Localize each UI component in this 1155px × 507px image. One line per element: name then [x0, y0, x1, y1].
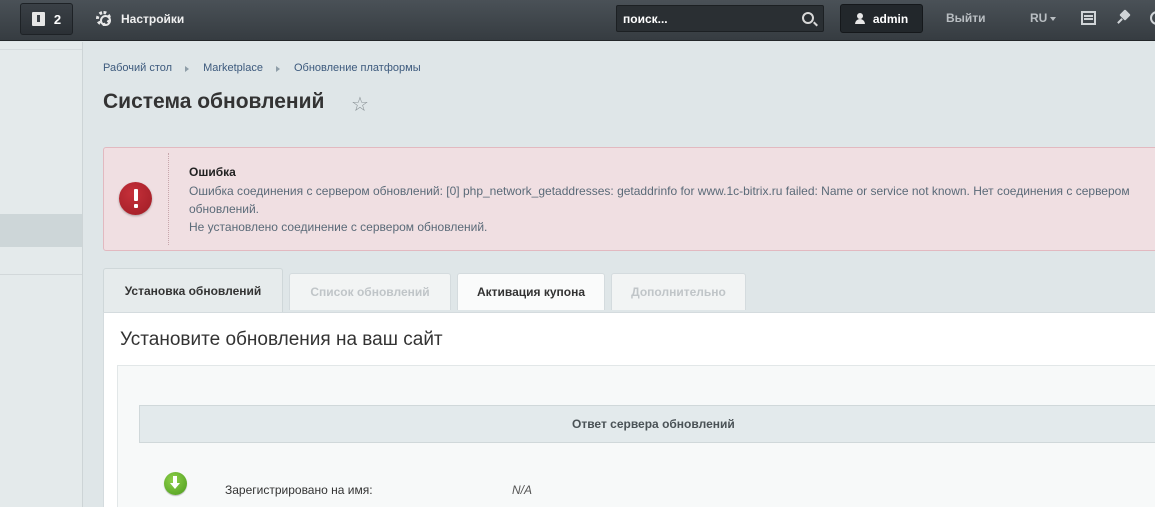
user-name: admin	[872, 11, 909, 26]
gear-icon	[96, 11, 111, 26]
error-icon	[119, 182, 152, 215]
search-icon[interactable]	[802, 12, 814, 24]
menu-divider	[0, 49, 82, 50]
notifications-count: 2	[53, 11, 62, 27]
user-button[interactable]: admin	[840, 4, 923, 33]
tab-updates-list[interactable]: Список обновлений	[289, 273, 451, 310]
tab-additional[interactable]: Дополнительно	[611, 273, 746, 310]
page-title: Система обновлений	[103, 90, 325, 113]
registered-name-value: N/A	[512, 483, 533, 497]
error-message: Ошибка Ошибка соединения с сервером обно…	[103, 147, 1155, 251]
tab-install-updates[interactable]: Установка обновлений	[103, 268, 283, 313]
breadcrumb-item-desktop[interactable]: Рабочий стол	[103, 62, 172, 74]
error-line-1: Ошибка соединения с сервером обновлений:…	[189, 184, 1130, 216]
pin-icon[interactable]	[1116, 11, 1130, 25]
notification-icon	[31, 12, 45, 26]
update-status-icon	[164, 472, 187, 495]
menu-divider	[0, 274, 82, 275]
breadcrumb-arrow-icon	[275, 66, 280, 72]
settings-label: Настройки	[121, 11, 185, 26]
error-line-2: Не установлено соединение с сервером обн…	[189, 220, 488, 234]
content-heading: Установите обновления на ваш сайт	[120, 329, 443, 350]
sidebar-selected-item[interactable]	[0, 214, 82, 247]
server-response-header: Ответ сервера обновлений	[139, 405, 1155, 443]
breadcrumb-item-platform-update[interactable]: Обновление платформы	[294, 62, 421, 74]
left-menu	[0, 42, 83, 507]
keyboard-icon[interactable]	[1081, 11, 1096, 25]
notifications-button[interactable]: 2	[20, 3, 73, 35]
breadcrumb-arrow-icon	[185, 66, 190, 72]
language-label: RU	[1030, 11, 1048, 25]
logout-link[interactable]: Выйти	[946, 11, 986, 25]
tab-content-panel: Установите обновления на ваш сайт Ответ …	[103, 312, 1155, 507]
breadcrumb: Рабочий стол Marketplace Обновление плат…	[103, 62, 421, 74]
favorite-star-icon[interactable]: ☆	[351, 92, 369, 117]
settings-button[interactable]: Настройки	[96, 0, 184, 37]
chevron-down-icon	[1050, 16, 1057, 21]
language-selector[interactable]: RU	[1030, 11, 1057, 25]
search-box	[616, 5, 824, 32]
error-title: Ошибка	[189, 165, 236, 179]
error-divider	[168, 153, 169, 245]
admin-top-panel: 2 Настройки admin Выйти RU	[0, 0, 1155, 41]
user-icon	[854, 13, 865, 24]
error-text: Ошибка соединения с сервером обновлений:…	[189, 182, 1155, 236]
help-icon[interactable]	[1150, 11, 1155, 25]
breadcrumb-item-marketplace[interactable]: Marketplace	[203, 62, 263, 74]
tab-coupon-activation[interactable]: Активация купона	[457, 273, 605, 310]
search-input[interactable]	[623, 10, 793, 28]
registered-name-label: Зарегистрировано на имя:	[225, 483, 373, 497]
update-info-block: Ответ сервера обновлений Зарегистрирован…	[117, 365, 1155, 507]
